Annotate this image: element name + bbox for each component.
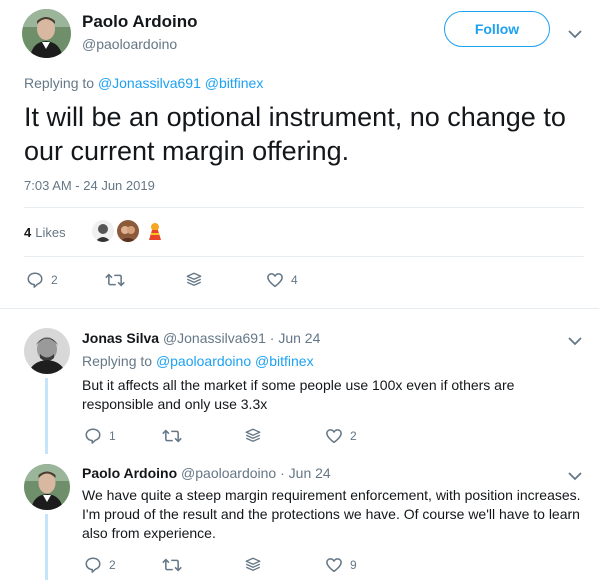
avatar[interactable] <box>24 464 70 510</box>
avatar[interactable] <box>24 328 70 374</box>
like-count: 4 <box>291 273 298 287</box>
stack-share-icon <box>244 556 262 574</box>
like-action[interactable]: 2 <box>325 427 357 445</box>
heart-icon <box>325 556 343 574</box>
divider <box>0 308 599 309</box>
reply-count: 2 <box>109 558 116 572</box>
replying-to: Replying to @Jonassilva691 @bitfinex <box>24 75 263 91</box>
liker-avatar[interactable] <box>92 220 114 242</box>
retweet-icon <box>162 556 182 574</box>
replying-to: Replying to @paoloardoino @bitfinex <box>82 353 314 369</box>
reply-header: Jonas Silva @Jonassilva691 · Jun 24 <box>82 330 320 346</box>
reply-header: Paolo Ardoino @paoloardoino · Jun 24 <box>82 465 331 481</box>
mention-link[interactable]: @bitfinex <box>205 75 264 91</box>
author-name[interactable]: Paolo Ardoino <box>82 12 198 32</box>
reply-count: 2 <box>51 273 58 287</box>
author-handle[interactable]: @paoloardoino · Jun 24 <box>181 465 331 481</box>
tweet-timestamp[interactable]: 7:03 AM - 24 Jun 2019 <box>24 178 155 193</box>
thread-line <box>45 378 48 454</box>
divider <box>24 256 584 257</box>
thread-line <box>45 514 48 580</box>
follow-button[interactable]: Follow <box>444 11 550 47</box>
stack-share-icon <box>244 427 262 445</box>
likes-label: Likes <box>35 224 66 240</box>
reply-action[interactable]: 2 <box>26 271 58 289</box>
author-handle[interactable]: @Jonassilva691 · Jun 24 <box>163 330 320 346</box>
share-action[interactable] <box>185 271 203 289</box>
author-name[interactable]: Paolo Ardoino <box>82 465 177 481</box>
liker-avatar[interactable] <box>144 220 166 242</box>
main-tweet-header: Paolo Ardoino @paoloardoino Follow <box>0 0 599 70</box>
tweet-text: But it affects all the market if some pe… <box>82 377 515 412</box>
liker-avatar[interactable] <box>117 220 139 242</box>
mention-link[interactable]: @paoloardoino <box>156 353 251 369</box>
heart-icon <box>325 427 343 445</box>
like-count: 9 <box>350 558 357 572</box>
replying-prefix: Replying to <box>82 353 153 369</box>
tweet-text: It will be an optional instrument, no ch… <box>24 102 566 166</box>
likes-stat[interactable]: 4 Likes <box>24 214 66 250</box>
chevron-down-icon[interactable] <box>568 26 582 39</box>
retweet-icon <box>162 427 182 445</box>
heart-icon <box>266 271 284 289</box>
avatar[interactable] <box>22 9 71 58</box>
author-handle[interactable]: @paoloardoino <box>82 36 177 52</box>
like-count: 2 <box>350 429 357 443</box>
reply-action[interactable]: 2 <box>84 556 116 574</box>
retweet-action[interactable] <box>162 427 182 445</box>
replying-prefix: Replying to <box>24 75 95 91</box>
author-name[interactable]: Jonas Silva <box>82 330 159 346</box>
mention-link[interactable]: @Jonassilva691 <box>98 75 201 91</box>
like-action[interactable]: 4 <box>266 271 298 289</box>
mention-link[interactable]: @bitfinex <box>255 353 314 369</box>
retweet-action[interactable] <box>105 271 125 289</box>
chevron-down-icon[interactable] <box>568 333 582 346</box>
stack-share-icon <box>185 271 203 289</box>
retweet-action[interactable] <box>162 556 182 574</box>
share-action[interactable] <box>244 427 262 445</box>
like-action[interactable]: 9 <box>325 556 357 574</box>
reply-action[interactable]: 1 <box>84 427 116 445</box>
reply-icon <box>26 271 44 289</box>
chevron-down-icon[interactable] <box>568 468 582 481</box>
likes-count: 4 <box>24 224 32 240</box>
reply-icon <box>84 556 102 574</box>
share-action[interactable] <box>244 556 262 574</box>
divider <box>24 207 584 208</box>
tweet-text: We have quite a steep margin requirement… <box>82 487 581 541</box>
retweet-icon <box>105 271 125 289</box>
reply-count: 1 <box>109 429 116 443</box>
reply-icon <box>84 427 102 445</box>
